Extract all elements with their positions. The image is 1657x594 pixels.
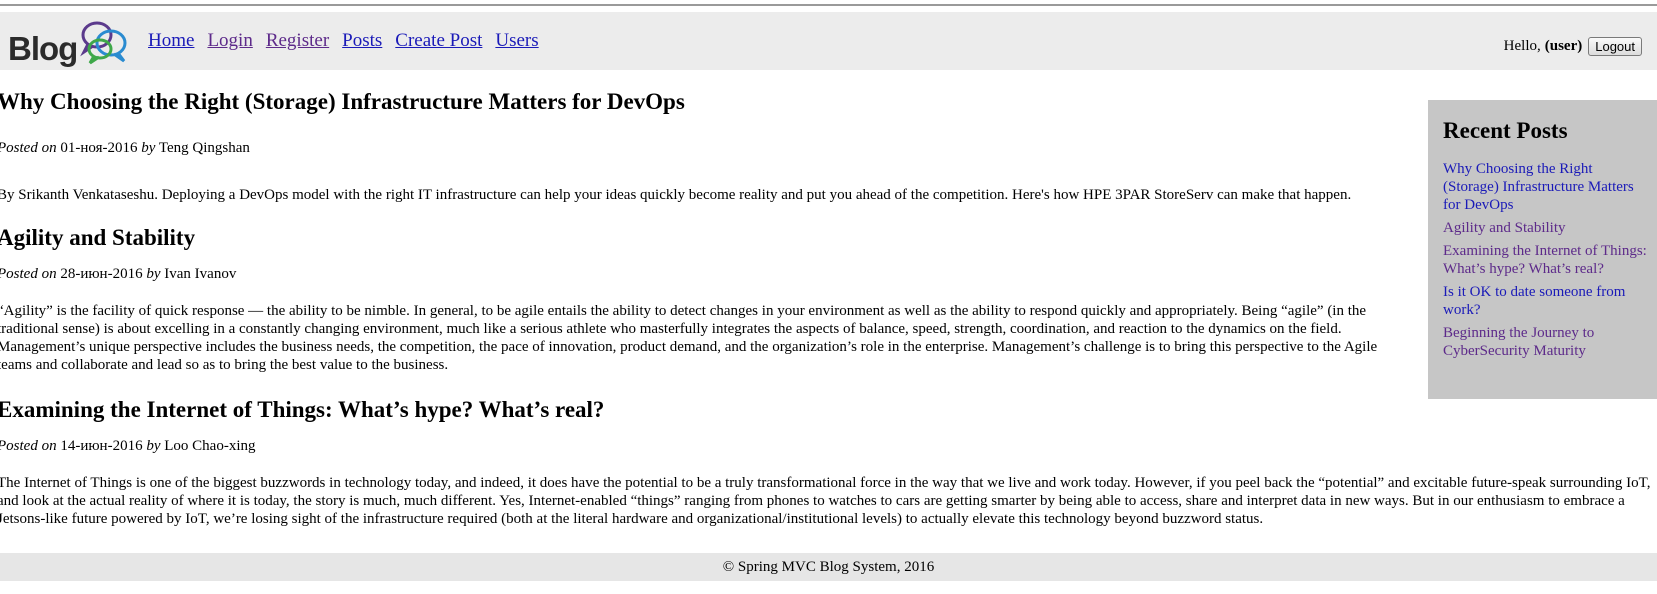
recent-posts-sidebar: Recent Posts Why Choosing the Right (Sto…: [1428, 100, 1657, 399]
footer-text: © Spring MVC Blog System, 2016: [722, 559, 935, 575]
post-body: The Internet of Things is one of the big…: [0, 475, 1651, 527]
site-header: Blog Home Login Register Posts Create Po…: [0, 12, 1657, 70]
username: (user): [1544, 38, 1583, 54]
post-author: Loo Chao-xing: [164, 438, 256, 454]
site-footer: © Spring MVC Blog System, 2016: [0, 553, 1657, 581]
post-meta: Posted on 01-ноя-2016 by Teng Qingshan: [0, 138, 250, 158]
list-item: Examining the Internet of Things: What’s…: [1443, 242, 1648, 278]
top-border-line: [0, 4, 1657, 6]
nav-login-link[interactable]: Login: [207, 30, 252, 52]
nav-create-post-link[interactable]: Create Post: [395, 30, 482, 52]
post-item: Why Choosing the Right (Storage) Infrast…: [0, 88, 1392, 203]
post-title[interactable]: Agility and Stability: [0, 224, 1392, 252]
posted-on-label: Posted on: [0, 266, 57, 282]
posted-on-label: Posted on: [0, 438, 57, 454]
nav-posts-link[interactable]: Posts: [342, 30, 382, 52]
list-item: Agility and Stability: [1443, 219, 1648, 237]
recent-posts-list: Why Choosing the Right (Storage) Infrast…: [1443, 160, 1648, 365]
site-logo[interactable]: Blog: [8, 18, 130, 70]
post-title[interactable]: Why Choosing the Right (Storage) Infrast…: [0, 88, 1392, 116]
list-item: Beginning the Journey to CyberSecurity M…: [1443, 324, 1648, 360]
logo-text: Blog: [8, 30, 78, 67]
user-box: Hello, (user) Logout: [1504, 37, 1642, 56]
posted-on-label: Posted on: [0, 140, 57, 156]
speech-bubbles-icon: [80, 21, 127, 65]
recent-post-link[interactable]: Is it OK to date someone from work?: [1443, 284, 1625, 318]
recent-post-link[interactable]: Agility and Stability: [1443, 220, 1566, 236]
post-author: Ivan Ivanov: [164, 266, 237, 282]
greeting-text: Hello,: [1503, 38, 1541, 54]
recent-post-link[interactable]: Why Choosing the Right (Storage) Infrast…: [1443, 161, 1634, 213]
post-author: Teng Qingshan: [158, 140, 250, 156]
nav-users-link[interactable]: Users: [495, 30, 538, 52]
post-body: By Srikanth Venkataseshu. Deploying a De…: [0, 187, 1352, 203]
recent-post-link[interactable]: Beginning the Journey to CyberSecurity M…: [1443, 325, 1594, 359]
nav-home-link[interactable]: Home: [148, 30, 194, 52]
recent-post-link[interactable]: Examining the Internet of Things: What’s…: [1443, 243, 1647, 277]
post-meta: Posted on 14-июн-2016 by Loo Chao-xing: [0, 436, 256, 456]
by-label: by: [141, 140, 156, 156]
logout-button[interactable]: Logout: [1588, 37, 1642, 56]
post-body: “Agility” is the facility of quick respo…: [0, 303, 1378, 373]
post-title[interactable]: Examining the Internet of Things: What’s…: [0, 396, 1657, 424]
post-item: Agility and Stability Posted on 28-июн-2…: [0, 224, 1392, 373]
post-date: 28-июн-2016: [60, 266, 143, 282]
main-nav: Home Login Register Posts Create Post Us…: [148, 30, 539, 52]
list-item: Is it OK to date someone from work?: [1443, 283, 1648, 319]
post-date: 14-июн-2016: [60, 438, 143, 454]
by-label: by: [146, 438, 161, 454]
sidebar-title: Recent Posts: [1443, 118, 1568, 143]
post-meta: Posted on 28-июн-2016 by Ivan Ivanov: [0, 264, 236, 284]
by-label: by: [146, 266, 161, 282]
post-item: Examining the Internet of Things: What’s…: [0, 396, 1657, 527]
list-item: Why Choosing the Right (Storage) Infrast…: [1443, 160, 1648, 214]
post-date: 01-ноя-2016: [60, 140, 138, 156]
nav-register-link[interactable]: Register: [266, 30, 329, 52]
